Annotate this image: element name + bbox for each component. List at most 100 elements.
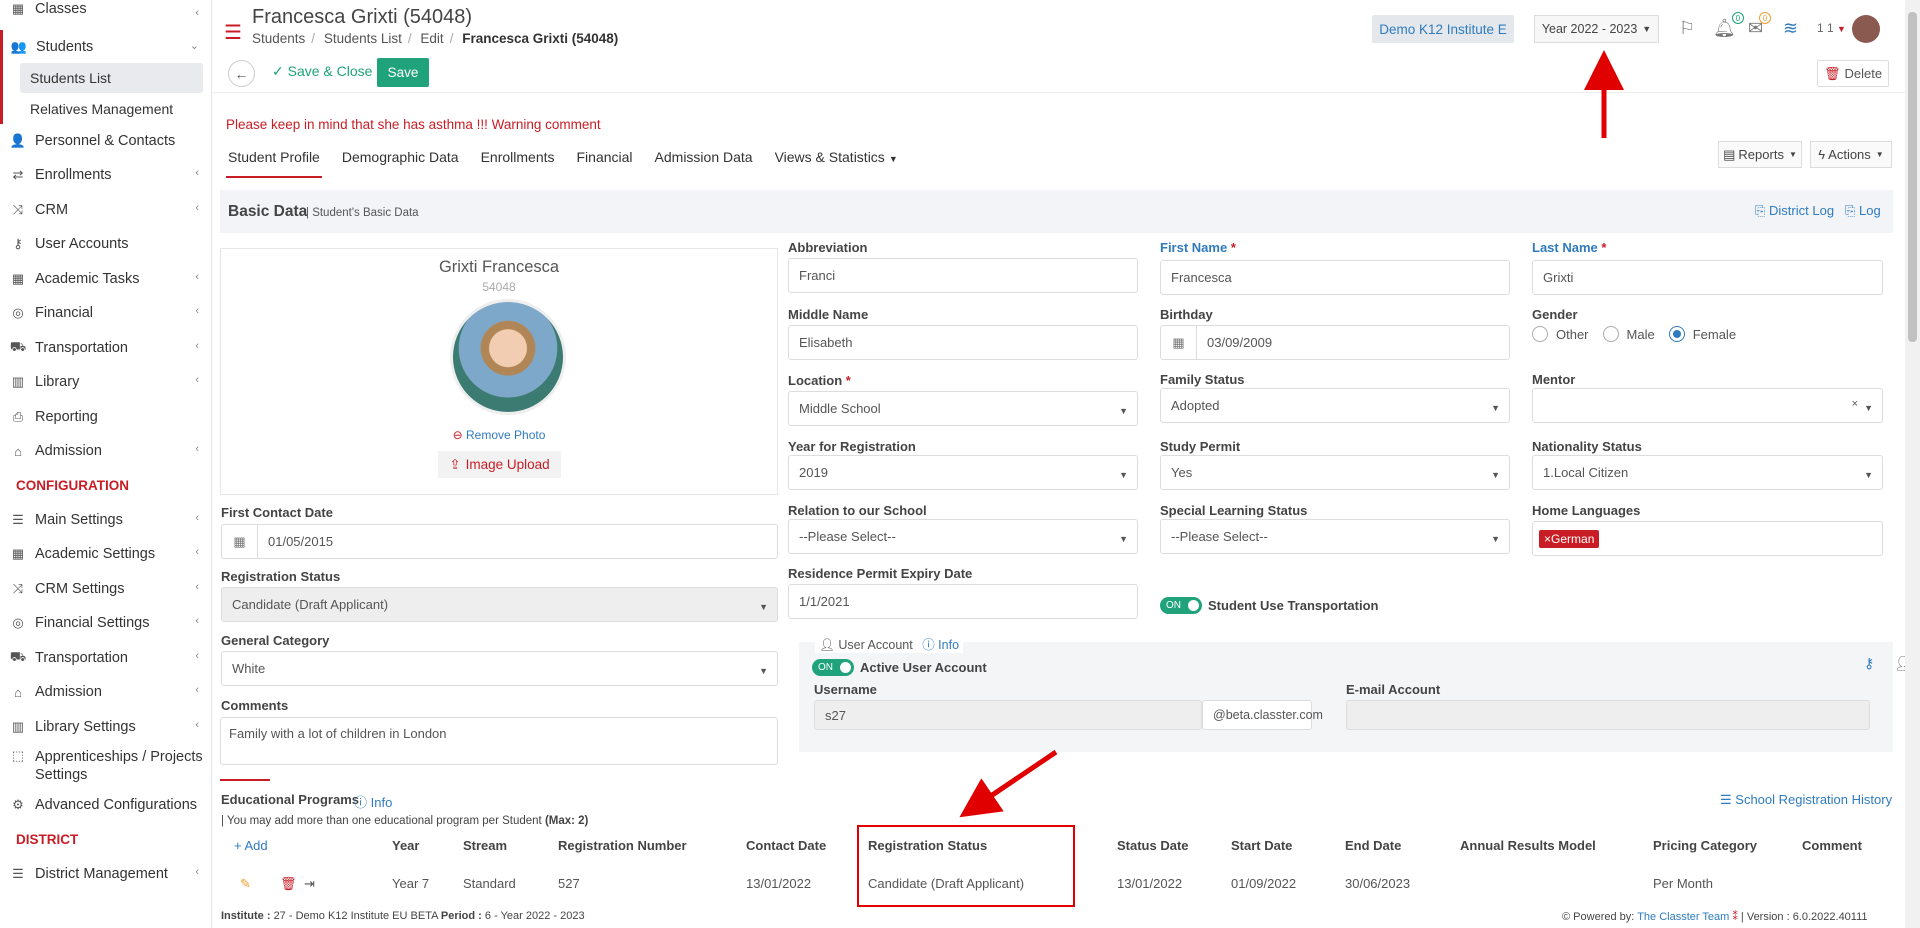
sidebar-item-advanced-config[interactable]: ⚙ Advanced Configurations <box>0 788 211 823</box>
sidebar-item-personnel[interactable]: 👤 Personnel & Contacts <box>0 124 211 159</box>
registration-history-link[interactable]: ☰ School Registration History <box>1720 792 1892 808</box>
breadcrumb-edit[interactable]: Edit <box>420 31 443 46</box>
sidebar-item-financial-settings[interactable]: ◎ Financial Settings ‹ <box>0 606 211 641</box>
tab-enrollments[interactable]: Enrollments <box>479 148 557 178</box>
first-contact-input[interactable]: ▦ 01/05/2015 <box>221 524 778 559</box>
reports-button[interactable]: ▤ Reports ▼ <box>1718 141 1802 168</box>
tab-financial[interactable]: Financial <box>575 148 635 178</box>
location-label-text: Location <box>788 373 843 388</box>
sidebar-sub-students-list[interactable]: Students List <box>20 62 203 93</box>
bolt-icon: ϟ <box>1818 147 1826 162</box>
first-name-input[interactable]: Francesca <box>1160 260 1510 295</box>
abbreviation-input[interactable]: Franci <box>788 258 1138 293</box>
flag-icon[interactable]: ⚐ <box>1679 18 1695 39</box>
log-link[interactable]: ⎘ Log <box>1845 203 1881 219</box>
special-learning-select[interactable]: --Please Select-- ▼ <box>1160 519 1510 554</box>
remove-photo-link[interactable]: ⊖ Remove Photo <box>221 428 777 442</box>
language-tag[interactable]: ×German <box>1539 530 1600 548</box>
email-label: E-mail Account <box>1346 682 1441 697</box>
sidebar-item-library[interactable]: ▥ Library ‹ <box>0 365 211 400</box>
tab-student-profile[interactable]: Student Profile <box>226 148 322 178</box>
enrollments-icon: ⇄ <box>12 167 24 183</box>
page-scrollbar[interactable] <box>1905 0 1920 928</box>
programs-info-link[interactable]: ⓘ Info <box>354 792 392 811</box>
actions-button[interactable]: ϟ Actions ▼ <box>1810 141 1892 168</box>
edit-icon[interactable]: ✎ <box>240 876 251 892</box>
breadcrumb-students-list[interactable]: Students List <box>324 31 402 46</box>
user-account-info-link[interactable]: ⓘ Info <box>922 638 959 652</box>
mentor-select[interactable]: × ▼ <box>1532 388 1883 423</box>
classter-team-link[interactable]: The Classter Team <box>1637 911 1729 923</box>
sidebar-item-students[interactable]: 👥 Students ⌄ <box>0 30 211 65</box>
nationality-select[interactable]: 1.Local Citizen ▼ <box>1532 455 1883 490</box>
sidebar-item-user-accounts[interactable]: ⚷ User Accounts <box>0 227 211 262</box>
mail-icon[interactable]: ✉ 0 <box>1748 12 1772 39</box>
birthday-input[interactable]: ▦ 03/09/2009 <box>1160 325 1510 360</box>
residence-permit-input[interactable]: 1/1/2021 <box>788 584 1138 619</box>
sidebar-item-academic-tasks[interactable]: ▦ Academic Tasks ‹ <box>0 262 211 297</box>
sidebar-item-admission[interactable]: ⌂ Admission ‹ <box>0 434 211 469</box>
user-number[interactable]: 1 1 ▼ <box>1817 21 1846 35</box>
sidebar-item-crm-settings[interactable]: ⤨ CRM Settings ‹ <box>0 572 211 607</box>
last-name-input[interactable]: Grixti <box>1532 260 1883 295</box>
trash-icon[interactable]: 🗑︎ <box>280 876 297 892</box>
sign-in-icon[interactable]: ⇥ <box>304 876 315 892</box>
scrollbar-thumb[interactable] <box>1908 12 1917 342</box>
home-languages-input[interactable]: ×German <box>1532 521 1883 556</box>
registration-status-select[interactable]: Candidate (Draft Applicant) ▼ <box>221 587 778 622</box>
key-icon[interactable]: ⚷ <box>1864 655 1874 672</box>
sidebar-item-academic-settings[interactable]: ▦ Academic Settings ‹ <box>0 537 211 572</box>
sidebar-item-transportation[interactable]: ⛟ Transportation ‹ <box>0 331 211 366</box>
middle-name-input[interactable]: Elisabeth <box>788 325 1138 360</box>
general-category-select[interactable]: White ▼ <box>221 651 778 686</box>
district-log-link[interactable]: ⎘ District Log <box>1755 203 1834 219</box>
sidebar-item-crm[interactable]: ⤨ CRM ‹ <box>0 193 211 228</box>
save-close-button[interactable]: ✓ Save & Close <box>272 63 372 80</box>
gender-male-radio[interactable]: Male <box>1602 326 1655 342</box>
relation-select[interactable]: --Please Select-- ▼ <box>788 519 1138 554</box>
clear-icon[interactable]: × <box>1852 398 1858 410</box>
bell-icon[interactable]: 🔔︎ 0 <box>1713 12 1744 39</box>
add-program-button[interactable]: + Add <box>234 838 268 853</box>
back-button[interactable]: ← <box>228 60 255 87</box>
col-year: Year <box>392 838 420 853</box>
sidebar-item-financial[interactable]: ◎ Financial ‹ <box>0 296 211 331</box>
sidebar-item-label: Transportation <box>35 649 128 666</box>
sidebar-item-library-settings[interactable]: ▥ Library Settings ‹ <box>0 710 211 745</box>
year-selector[interactable]: Year 2022 - 2023 ▼ <box>1534 15 1659 43</box>
username-input[interactable]: s27 <box>814 700 1202 730</box>
institute-selector[interactable]: Demo K12 Institute E <box>1372 15 1514 43</box>
sidebar-sub-relatives[interactable]: Relatives Management <box>20 94 203 124</box>
family-status-select[interactable]: Adopted ▼ <box>1160 388 1510 423</box>
sidebar-item-enrollments[interactable]: ⇄ Enrollments ‹ <box>0 158 211 193</box>
tab-admission-data[interactable]: Admission Data <box>653 148 755 178</box>
calendar-icon: ▦ <box>222 525 258 558</box>
avatar[interactable] <box>1852 15 1880 43</box>
layers-icon[interactable]: ≋ <box>1783 18 1798 39</box>
save-button[interactable]: Save <box>377 58 429 87</box>
sidebar-item-transportation-settings[interactable]: ⛟ Transportation ‹ <box>0 641 211 676</box>
sidebar-item-reporting[interactable]: ⎙ Reporting <box>0 400 211 435</box>
email-input[interactable] <box>1346 700 1870 730</box>
comments-textarea[interactable]: Family with a lot of children in London <box>220 717 778 765</box>
sidebar-item-label: Library Settings <box>35 718 136 735</box>
hamburger-menu-icon[interactable]: ☰ <box>224 20 242 45</box>
study-permit-select[interactable]: Yes ▼ <box>1160 455 1510 490</box>
location-select[interactable]: Middle School ▼ <box>788 391 1138 426</box>
transportation-toggle[interactable]: ON <box>1160 597 1202 614</box>
sidebar-item-main-settings[interactable]: ☰ Main Settings ‹ <box>0 503 211 538</box>
gender-other-radio[interactable]: Other <box>1532 326 1589 342</box>
tab-views-statistics[interactable]: Views & Statistics ▼ <box>773 148 900 178</box>
image-upload-button[interactable]: ⇪ Image Upload <box>438 451 561 478</box>
delete-button[interactable]: 🗑︎ Delete <box>1817 60 1889 87</box>
sidebar-item-apprenticeships[interactable]: ⬚ Apprenticeships / Projects Settings ‹ <box>0 744 211 788</box>
tab-demographic-data[interactable]: Demographic Data <box>340 148 461 178</box>
sidebar-item-classes[interactable]: ▦ Classes ‹ <box>0 0 211 20</box>
year-registration-select[interactable]: 2019 ▼ <box>788 455 1138 490</box>
user-number-text: 1 1 <box>1817 21 1834 35</box>
breadcrumb-students[interactable]: Students <box>252 31 305 46</box>
sidebar-item-admission-settings[interactable]: ⌂ Admission ‹ <box>0 675 211 710</box>
sidebar-item-district-management[interactable]: ☰ District Management ‹ <box>0 857 211 892</box>
gender-female-radio[interactable]: Female <box>1668 326 1736 342</box>
active-account-toggle[interactable]: ON <box>812 659 854 676</box>
